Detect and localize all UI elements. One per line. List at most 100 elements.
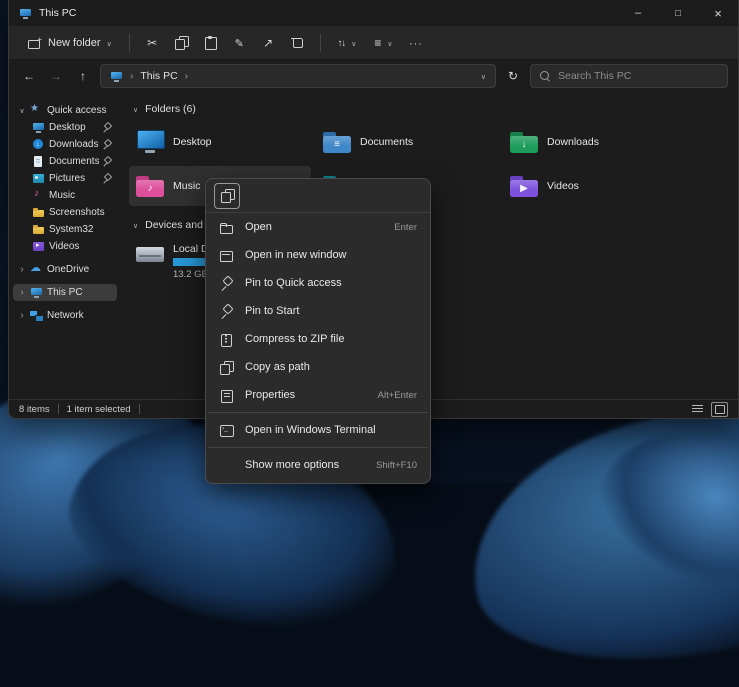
- status-divider: [139, 404, 140, 414]
- copy-icon: [220, 188, 235, 203]
- item-count: 8 items: [19, 404, 50, 415]
- details-view-button[interactable]: [689, 402, 706, 417]
- menu-item-show-more-options[interactable]: Show more optionsShift+F10: [206, 451, 430, 479]
- sidebar-item-onedrive[interactable]: OneDrive: [13, 261, 117, 278]
- star-icon: [30, 104, 43, 117]
- sidebar-item-desktop[interactable]: Desktop: [13, 119, 117, 136]
- breadcrumb-location[interactable]: This PC: [140, 70, 177, 82]
- breadcrumb[interactable]: This PC: [100, 64, 496, 88]
- sidebar-item-network[interactable]: Network: [13, 307, 117, 324]
- chevron-right-icon: [185, 70, 188, 82]
- address-dropdown-icon[interactable]: [481, 70, 486, 82]
- close-icon: [714, 6, 722, 21]
- sort-button[interactable]: [330, 33, 365, 53]
- new-folder-icon: [27, 35, 42, 50]
- more-icon: [409, 36, 423, 50]
- sidebar-item-label: OneDrive: [47, 264, 112, 275]
- menu-item-pin-to-quick-access[interactable]: Pin to Quick access: [206, 269, 430, 297]
- sidebar-item-downloads[interactable]: Downloads: [13, 136, 117, 153]
- sidebar-item-label: Downloads: [49, 139, 99, 150]
- paste-button[interactable]: [197, 30, 224, 56]
- menu-item-compress-to-zip-file[interactable]: Compress to ZIP file: [206, 325, 430, 353]
- menu-item-copy-as-path[interactable]: Copy as path: [206, 353, 430, 381]
- menu-item-label: Open in Windows Terminal: [245, 424, 417, 436]
- folder-tile-documents[interactable]: ≡Documents: [316, 122, 498, 162]
- pin-icon: [219, 304, 234, 319]
- pictures-icon: [32, 172, 45, 185]
- copy-icon-button[interactable]: [214, 183, 240, 209]
- search-input[interactable]: [558, 70, 719, 82]
- zip-icon: [219, 332, 234, 347]
- sidebar-item-this-pc[interactable]: This PC: [13, 284, 117, 301]
- sidebar-item-quick-access[interactable]: Quick access: [13, 102, 117, 119]
- sidebar-item-screenshots[interactable]: Screenshots: [13, 204, 117, 221]
- selection-count: 1 item selected: [67, 404, 131, 415]
- minimize-icon: [635, 7, 641, 19]
- folder-tile-videos[interactable]: ▶Videos: [503, 166, 685, 206]
- folders-section-header[interactable]: Folders (6): [129, 100, 738, 118]
- folder-tile-downloads[interactable]: ↓Downloads: [503, 122, 685, 162]
- menu-item-pin-to-start[interactable]: Pin to Start: [206, 297, 430, 325]
- sidebar-item-music[interactable]: Music: [13, 187, 117, 204]
- sidebar: Quick access Desktop Downloads DocumentsPic…: [9, 92, 121, 399]
- desktop-tile-icon: [135, 129, 165, 155]
- menu-item-label: Show more options: [245, 459, 365, 471]
- menu-item-label: Open: [245, 221, 383, 233]
- folder-name: Downloads: [547, 136, 599, 148]
- view-icon: [374, 36, 381, 50]
- window-title: This PC: [39, 7, 76, 19]
- chevron-right-icon: [130, 70, 133, 82]
- menu-separator: [208, 412, 428, 413]
- up-button[interactable]: [73, 69, 93, 83]
- minimize-button[interactable]: [618, 0, 658, 26]
- menu-item-properties[interactable]: PropertiesAlt+Enter: [206, 381, 430, 409]
- title-bar[interactable]: This PC: [9, 0, 738, 26]
- pin-icon: [103, 157, 112, 166]
- view-button[interactable]: [366, 32, 400, 54]
- back-button[interactable]: [19, 69, 39, 83]
- sidebar-item-label: Desktop: [49, 122, 99, 133]
- search-box[interactable]: [530, 64, 728, 88]
- pin-icon: [219, 276, 234, 291]
- pin-icon: [103, 123, 112, 132]
- menu-item-open[interactable]: OpenEnter: [206, 213, 430, 241]
- rename-icon: [235, 36, 244, 50]
- maximize-button[interactable]: [658, 0, 698, 26]
- menu-item-label: Compress to ZIP file: [245, 333, 417, 345]
- sidebar-item-pictures[interactable]: Pictures: [13, 170, 117, 187]
- pc-icon: [30, 286, 43, 299]
- delete-button[interactable]: [284, 30, 311, 56]
- pin-icon: [103, 174, 112, 183]
- more-options-button[interactable]: [402, 30, 429, 56]
- menu-item-label: Properties: [245, 389, 367, 401]
- drive-icon: [135, 242, 165, 268]
- sidebar-item-system32[interactable]: System32: [13, 221, 117, 238]
- network-icon: [30, 309, 43, 322]
- refresh-button[interactable]: [503, 69, 523, 83]
- close-button[interactable]: [698, 0, 738, 26]
- forward-button[interactable]: [46, 69, 66, 83]
- copy-button[interactable]: [168, 30, 195, 56]
- search-icon: [539, 70, 551, 82]
- properties-icon: [219, 388, 234, 403]
- menu-item-open-in-windows-terminal[interactable]: Open in Windows Terminal: [206, 416, 430, 444]
- sidebar-item-label: Videos: [49, 241, 112, 252]
- large-icons-view-button[interactable]: [711, 402, 728, 417]
- forward-icon: [50, 69, 62, 83]
- rename-button[interactable]: [226, 30, 253, 56]
- chevron-right-icon: [18, 287, 26, 298]
- cut-button[interactable]: [139, 30, 166, 56]
- share-button[interactable]: [255, 30, 282, 56]
- sidebar-item-label: Screenshots: [49, 207, 112, 218]
- folder-name: Desktop: [173, 136, 212, 148]
- menu-item-open-in-new-window[interactable]: Open in new window: [206, 241, 430, 269]
- sidebar-item-documents[interactable]: Documents: [13, 153, 117, 170]
- folder-name: Videos: [547, 180, 579, 192]
- new-folder-button[interactable]: New folder: [19, 31, 120, 54]
- folder-tile-desktop[interactable]: Desktop: [129, 122, 311, 162]
- sidebar-item-videos[interactable]: Videos: [13, 238, 117, 255]
- details-view-icon: [692, 405, 703, 414]
- chevron-right-icon: [18, 310, 26, 321]
- documents-tile-icon: ≡: [322, 129, 352, 155]
- downloads-icon: [32, 138, 45, 151]
